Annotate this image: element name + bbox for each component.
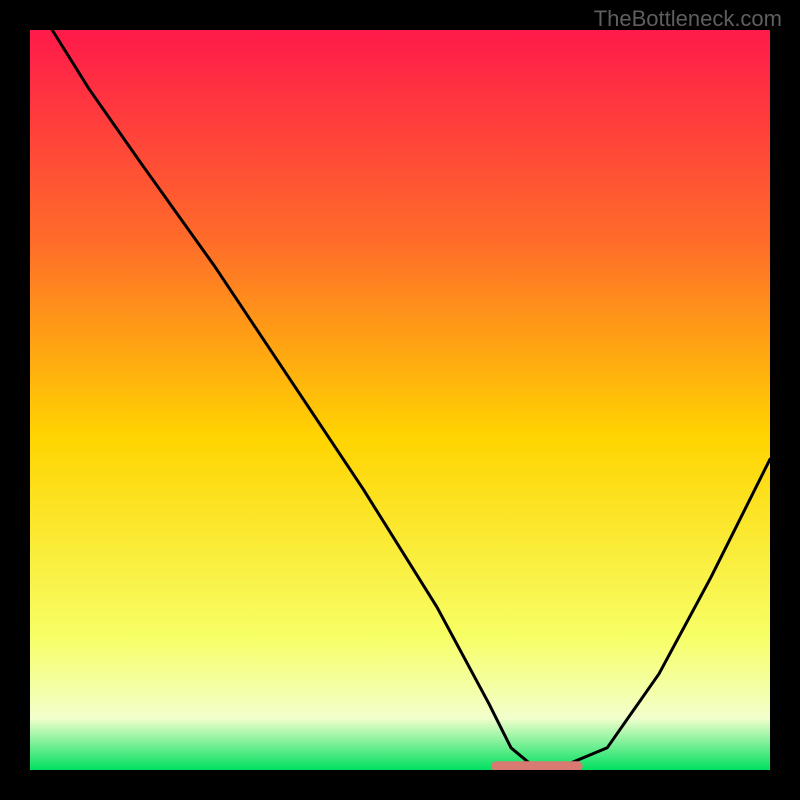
chart-frame	[30, 30, 770, 770]
gradient-background	[30, 30, 770, 770]
watermark-text: TheBottleneck.com	[594, 6, 782, 32]
bottleneck-chart	[30, 30, 770, 770]
